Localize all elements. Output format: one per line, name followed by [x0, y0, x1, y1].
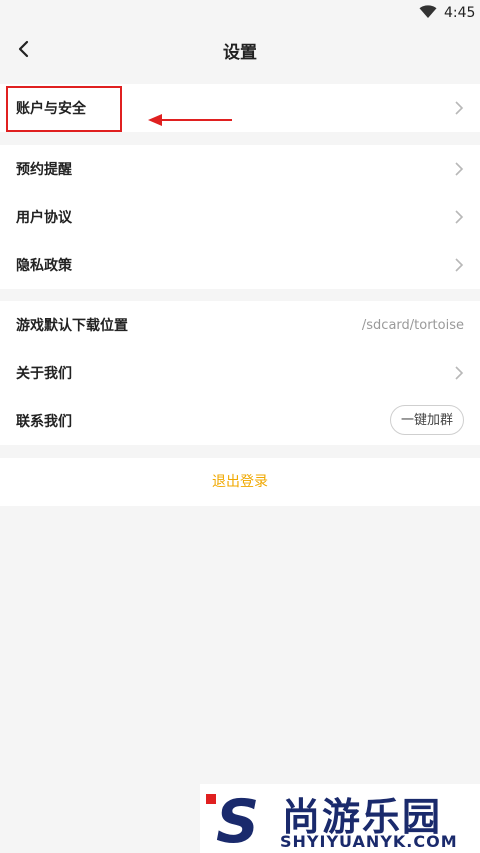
status-time: 4:45	[444, 5, 476, 21]
settings-item-user-agreement[interactable]: 用户协议	[0, 193, 480, 241]
settings-group-general: 预约提醒 用户协议 隐私政策	[0, 145, 480, 289]
settings-item-reservation-reminder[interactable]: 预约提醒	[0, 145, 480, 193]
download-path-value: /sdcard/tortoise	[361, 317, 464, 333]
settings-item-label: 隐私政策	[16, 258, 72, 274]
annotation-arrow-icon	[148, 114, 232, 126]
chevron-right-icon	[455, 162, 464, 176]
watermark: S 尚游乐园 SHYIYUANYK.COM	[200, 784, 480, 853]
watermark-domain: SHYIYUANYK.COM	[280, 832, 458, 851]
annotation-highlight-box	[6, 86, 122, 132]
logout-button[interactable]: 退出登录	[0, 458, 480, 506]
join-group-button[interactable]: 一键加群	[389, 405, 464, 435]
wifi-icon	[419, 5, 437, 18]
settings-item-label: 用户协议	[16, 210, 72, 226]
settings-item-label: 关于我们	[16, 366, 72, 382]
chevron-right-icon	[455, 210, 464, 224]
status-bar: 4:45	[0, 0, 480, 26]
page-title: 设置	[223, 43, 257, 63]
settings-item-download-location[interactable]: 游戏默认下载位置 /sdcard/tortoise	[0, 301, 480, 349]
chevron-right-icon	[455, 366, 464, 380]
svg-text:S: S	[216, 788, 259, 848]
settings-item-contact-us: 联系我们 一键加群	[0, 397, 480, 445]
settings-item-about-us[interactable]: 关于我们	[0, 349, 480, 397]
chevron-right-icon	[455, 258, 464, 272]
settings-item-label: 预约提醒	[16, 162, 72, 178]
watermark-logo-icon: S	[206, 788, 259, 848]
settings-item-privacy-policy[interactable]: 隐私政策	[0, 241, 480, 289]
chevron-right-icon	[455, 101, 464, 115]
settings-group-misc: 游戏默认下载位置 /sdcard/tortoise 关于我们 联系我们 一键加群	[0, 301, 480, 445]
app-header: 设置	[0, 26, 480, 72]
